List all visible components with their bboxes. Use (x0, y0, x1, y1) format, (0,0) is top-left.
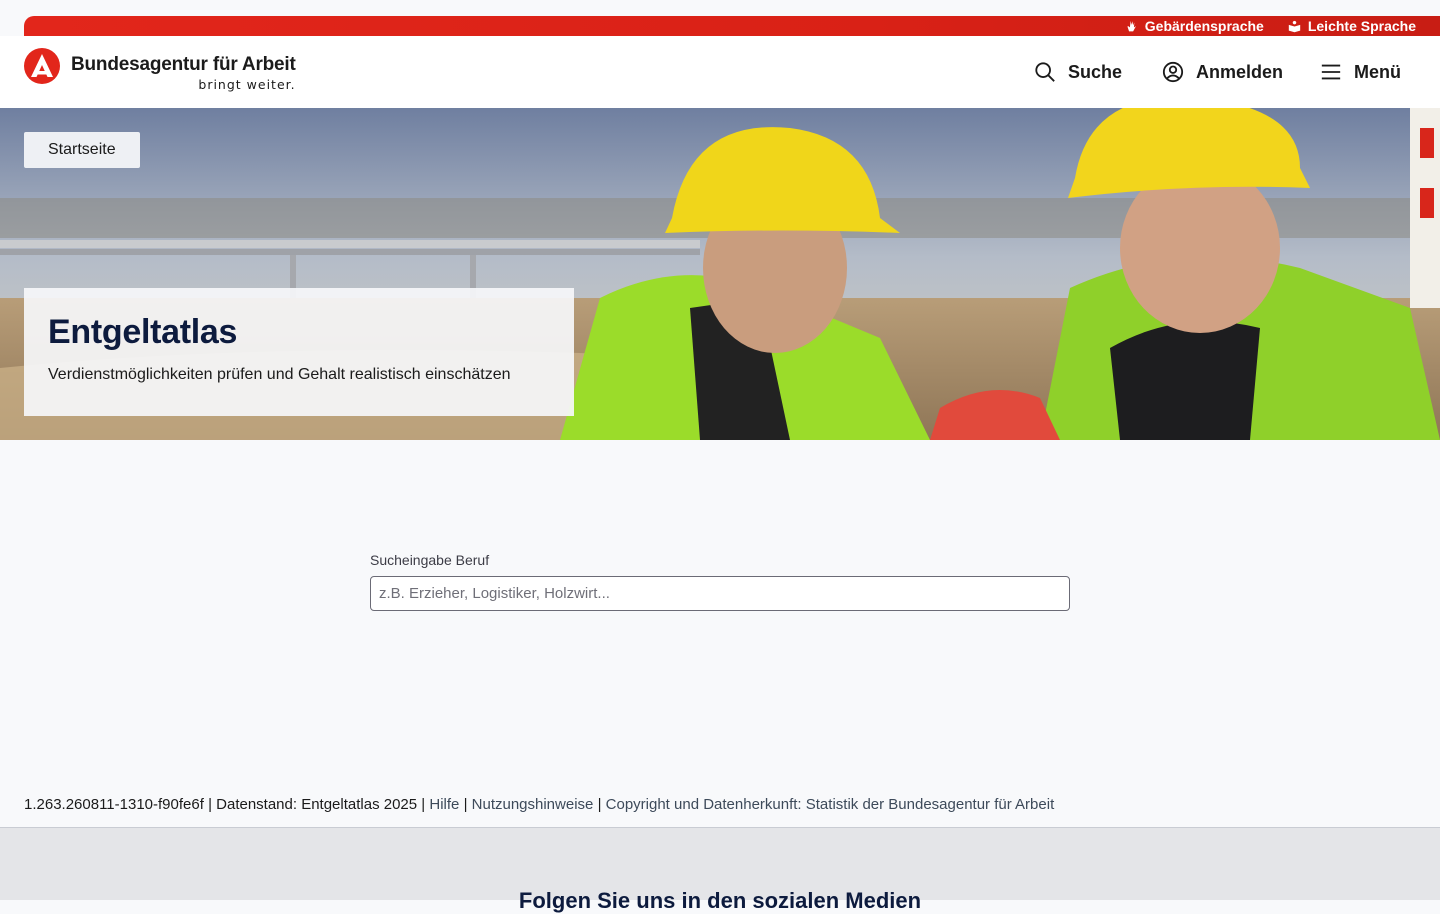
occupation-search-input[interactable] (370, 576, 1070, 611)
menu-button[interactable]: Menü (1320, 36, 1401, 108)
user-icon (1162, 61, 1184, 83)
copyright-link[interactable]: Copyright und Datenherkunft: Statistik d… (606, 796, 1055, 813)
search-nav-label: Suche (1068, 61, 1123, 82)
logo-name: Bundesagentur für Arbeit (71, 54, 296, 75)
menu-label: Menü (1354, 61, 1401, 82)
logo-slogan: bringt weiter. (198, 77, 296, 92)
logo-mark-icon (24, 48, 60, 84)
page-subtitle: Verdienstmöglichkeiten prüfen und Gehalt… (48, 366, 511, 383)
version-number: 1.263.260811-1310-f90fe6f (24, 796, 204, 813)
search-icon (1035, 62, 1055, 82)
page-title: Entgeltatlas (48, 313, 238, 351)
hero-card: Entgeltatlas Verdienstmöglichkeiten prüf… (24, 288, 574, 416)
login-label: Anmelden (1196, 61, 1284, 82)
hamburger-menu-icon (1321, 64, 1341, 80)
version-line: 1.263.260811-1310-f90fe6f | Datenstand: … (24, 796, 1055, 813)
datenstand-text: Datenstand: Entgeltatlas 2025 (216, 796, 418, 813)
hero-banner: Startseite Entgeltatlas Verdienstmöglich… (0, 108, 1440, 440)
sign-language-link[interactable]: Gebärdensprache (1125, 18, 1264, 34)
easy-language-link[interactable]: Leichte Sprache (1288, 18, 1416, 34)
top-accessibility-bar: Gebärdensprache Leichte Sprache (24, 16, 1440, 36)
social-media-heading: Folgen Sie uns in den sozialen Medien (518, 888, 922, 913)
sign-language-label: Gebärdensprache (1144, 18, 1264, 34)
easy-language-label: Leichte Sprache (1307, 18, 1416, 34)
site-header: Bundesagentur für Arbeit bringt weiter. … (0, 36, 1440, 108)
help-link[interactable]: Hilfe (429, 796, 459, 813)
footer: Folgen Sie uns in den sozialen Medien (0, 828, 1440, 913)
breadcrumb-home[interactable]: Startseite (24, 132, 140, 168)
sign-language-icon (1127, 20, 1136, 31)
usage-notes-link[interactable]: Nutzungshinweise (472, 796, 594, 813)
login-button[interactable]: Anmelden (1162, 36, 1283, 108)
search-nav-button[interactable]: Suche (1034, 36, 1122, 108)
search-field-label: Sucheingabe Beruf (370, 552, 490, 568)
easy-language-icon (1288, 20, 1301, 32)
logo[interactable]: Bundesagentur für Arbeit bringt weiter. (24, 48, 296, 92)
